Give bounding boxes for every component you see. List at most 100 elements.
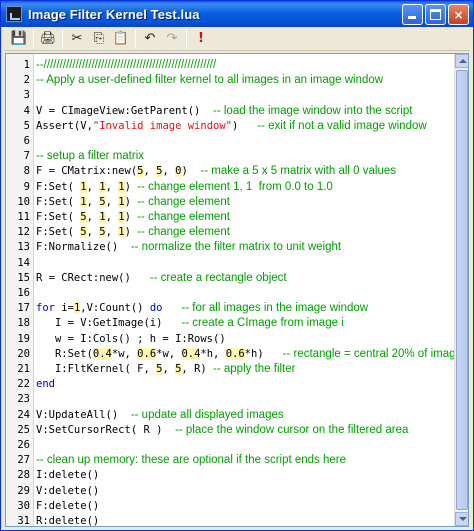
code-line[interactable]: 16 (6, 286, 456, 301)
code-token-number: 0.6 (225, 347, 245, 360)
code-token-comment: -- setup a filter matrix (36, 150, 144, 163)
copy-button[interactable]: ⎘ (88, 29, 110, 49)
code-text: V = CImageView:GetParent() -- load the i… (36, 104, 412, 119)
cut-button[interactable]: ✂ (66, 29, 88, 49)
code-token-plain: I:FltKernel( F, (36, 363, 157, 375)
code-token-comment: -- change element (137, 195, 230, 208)
code-token-plain: F:Set( (36, 180, 81, 193)
code-line[interactable]: 27 -- clean up memory: these are optional… (6, 453, 456, 468)
line-number: 19 (17, 332, 30, 345)
code-line[interactable]: 21 I:FltKernel( F, 5, 5, R) -- apply the… (6, 362, 456, 377)
undo-icon: ↶ (144, 31, 156, 46)
code-line[interactable]: 4 V = CImageView:GetParent() -- load the … (6, 104, 456, 119)
line-number: 4 (23, 104, 30, 117)
code-token-comment: -- place the window cursor on the filter… (175, 423, 409, 436)
app-icon[interactable] (6, 6, 22, 22)
code-line[interactable]: 28 I:delete() (6, 468, 456, 483)
code-line[interactable]: 8 F = CMatrix:new(5, 5, 0) -- make a 5 x … (6, 164, 456, 179)
minimize-button[interactable] (402, 4, 423, 25)
code-line[interactable]: 30 F:delete() (6, 499, 456, 514)
maximize-icon (430, 9, 441, 20)
code-text: --//////////////////////////////////////… (36, 58, 216, 73)
code-text: F:delete() (36, 499, 99, 514)
window-controls: × (402, 4, 469, 25)
code-token-plain: , (86, 180, 100, 193)
save-button[interactable]: 💾 (8, 29, 30, 49)
vertical-scrollbar[interactable] (454, 54, 468, 526)
toolbar-separator (186, 29, 187, 48)
close-button[interactable]: × (448, 4, 469, 25)
scroll-down-button[interactable] (455, 512, 468, 526)
code-token-plain: , R) (181, 363, 214, 375)
code-line[interactable]: 18 I = V:GetImage(i) -- create a CImage … (6, 316, 456, 331)
code-line[interactable]: 14 (6, 256, 456, 271)
code-token-keyword: for (36, 302, 55, 315)
code-line[interactable]: 6 (6, 134, 456, 149)
title-bar[interactable]: Image Filter Kernel Test.lua × (1, 1, 473, 27)
code-line[interactable]: 2 -- Apply a user-defined filter kernel t… (6, 73, 456, 88)
redo-button[interactable]: ↷ (161, 29, 183, 49)
code-token-plain: *w, (156, 347, 182, 360)
code-token-plain: *h, (200, 347, 226, 360)
code-token-comment: -- apply the filter (213, 363, 296, 375)
close-icon: × (453, 7, 464, 22)
code-token-plain: F = CMatrix:new( (36, 165, 138, 178)
code-line[interactable]: 7 -- setup a filter matrix (6, 149, 456, 164)
code-token-plain: R:delete() (36, 515, 100, 527)
code-text: R = CRect:new() -- create a rectangle ob… (36, 271, 287, 286)
code-text: end (36, 377, 55, 392)
code-text: F:Set( 5, 5, 1) -- change element (36, 225, 230, 240)
code-text: R:delete() (36, 514, 100, 527)
run-script-button[interactable]: ! (190, 29, 212, 49)
code-text: F:Set( 5, 1, 1) -- change element (36, 210, 230, 225)
code-line[interactable]: 20 R:Set(0.4*w, 0.6*w, 0.4*h, 0.6*h) -- … (6, 347, 462, 362)
line-number: 16 (17, 287, 30, 299)
code-token-number: 0.4 (181, 347, 201, 360)
code-token-comment: -- change element (137, 226, 230, 239)
code-text: V:UpdateAll() -- update all displayed im… (36, 408, 284, 423)
code-line[interactable]: 19 w = I:Cols() ; h = I:Rows() (6, 332, 456, 347)
code-line[interactable]: 29 V:delete() (6, 484, 456, 499)
code-token-plain: R = CRect:new() (36, 271, 150, 284)
code-token-comment: --//////////////////////////////////////… (36, 59, 217, 71)
code-line[interactable]: 10 F:Set( 1, 5, 1) -- change element (6, 195, 456, 210)
paste-button[interactable]: 📋 (110, 29, 132, 49)
code-line[interactable]: 25 V:SetCursorRect( R ) -- place the wind… (6, 423, 456, 438)
code-line[interactable]: 24 V:UpdateAll() -- update all displayed … (6, 408, 456, 423)
code-text: I:delete() (36, 468, 99, 483)
code-line[interactable]: 31 R:delete() (6, 514, 456, 527)
code-token-plain: F:Set( (36, 226, 81, 239)
code-editor[interactable]: 1 --/////////////////////////////////////… (5, 53, 469, 527)
code-line[interactable]: 1 --/////////////////////////////////////… (6, 58, 456, 73)
code-line[interactable]: 22 end (6, 377, 456, 392)
code-text: V:delete() (36, 484, 99, 499)
code-line[interactable]: 17 for i=1,V:Count() do -- for all images… (6, 301, 456, 316)
scrollbar-thumb[interactable] (456, 70, 468, 510)
code-line[interactable]: 13 F:Normalize() -- normalize the filter … (6, 240, 456, 255)
code-token-plain: F:Normalize() (36, 241, 131, 254)
code-token-plain: , (86, 226, 100, 239)
code-token-plain: ) (124, 211, 138, 223)
code-line[interactable]: 9 F:Set( 1, 1, 1) -- change element 1, 1 … (6, 180, 456, 195)
code-line[interactable]: 26 (6, 438, 456, 453)
toolbar-separator (135, 29, 136, 48)
line-number: 1 (23, 59, 30, 71)
code-line[interactable]: 3 (6, 88, 456, 103)
line-number: 29 (17, 484, 30, 497)
code-line[interactable]: 5 Assert(V,"Invalid image window") -- exi… (6, 119, 456, 134)
code-line[interactable]: 23 (6, 392, 456, 407)
scroll-up-button[interactable] (455, 54, 468, 68)
print-button[interactable]: 🖨 (37, 29, 59, 49)
code-token-plain: F:delete() (36, 499, 100, 512)
code-token-comment: -- rectangle = central 20% of image (282, 347, 462, 360)
code-line[interactable]: 12 F:Set( 5, 5, 1) -- change element (6, 225, 456, 240)
code-line[interactable]: 15 R = CRect:new() -- create a rectangle … (6, 271, 456, 286)
window-title: Image Filter Kernel Test.lua (28, 6, 200, 22)
code-line[interactable]: 11 F:Set( 5, 1, 1) -- change element (6, 210, 456, 225)
line-number: 24 (17, 408, 30, 421)
copy-icon: ⎘ (93, 31, 105, 46)
line-number: 17 (17, 302, 30, 315)
undo-button[interactable]: ↶ (139, 29, 161, 49)
maximize-button[interactable] (425, 4, 446, 25)
